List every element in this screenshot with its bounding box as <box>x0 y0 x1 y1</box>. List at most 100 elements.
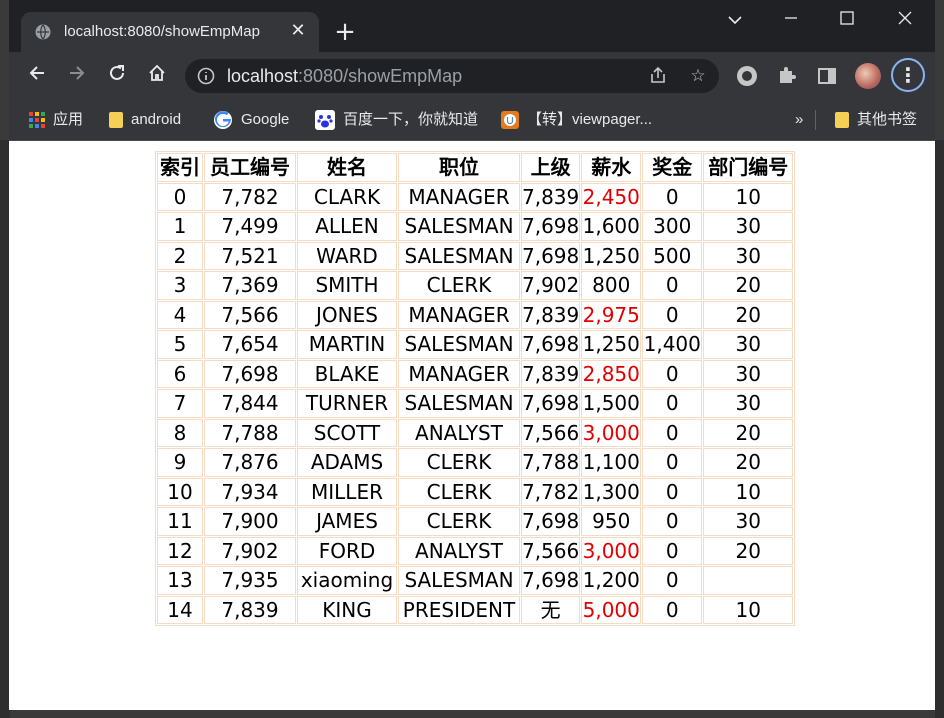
page-content: 索引 员工编号 姓名 职位 上级 薪水 奖金 部门编号 0 7,782 CLARK M… <box>9 141 935 710</box>
header-manager: 上级 <box>521 153 581 182</box>
other-bookmarks[interactable]: 其他书签 <box>835 109 917 131</box>
globe-icon <box>35 24 51 40</box>
table-body: 0 7,782 CLARK MANAGER 7,839 2,450 0 10 1 7,499 ALL… <box>157 182 794 624</box>
bookmark-baidu[interactable]: 百度一下，你就知道 <box>315 109 478 131</box>
title-bar: localhost:8080/showEmpMap ✕ + <box>9 0 935 52</box>
side-panel-icon[interactable] <box>815 64 839 88</box>
cell-index: 4 <box>157 300 203 329</box>
table-row: 11 7,900 JAMES CLERK 7,698 950 0 30 <box>157 507 794 536</box>
cell-job: MANAGER <box>398 359 520 388</box>
header-job: 职位 <box>398 153 520 182</box>
cell-deptno: 30 <box>703 359 794 388</box>
table-row: 7 7,844 TURNER SALESMAN 7,698 1,500 0 30 <box>157 389 794 418</box>
cell-index: 2 <box>157 241 203 270</box>
cell-name: MARTIN <box>297 330 397 359</box>
header-bonus: 奖金 <box>642 153 703 182</box>
cell-index: 11 <box>157 507 203 536</box>
share-icon[interactable] <box>647 65 669 87</box>
cell-empno: 7,788 <box>204 418 296 447</box>
cell-job: CLERK <box>398 477 520 506</box>
tab-active[interactable]: localhost:8080/showEmpMap ✕ <box>21 12 319 52</box>
cell-bonus: 0 <box>642 300 703 329</box>
bookmark-android[interactable]: android <box>109 109 181 131</box>
kebab-menu-icon[interactable]: ⋮ <box>891 58 925 92</box>
cell-job: SALESMAN <box>398 241 520 270</box>
header-deptno: 部门编号 <box>703 153 794 182</box>
cell-bonus: 300 <box>642 212 703 241</box>
cell-empno: 7,839 <box>204 595 296 624</box>
url-text[interactable]: localhost:8080/showEmpMap <box>227 66 462 87</box>
cell-manager: 7,698 <box>521 241 581 270</box>
apps-grid-icon <box>29 112 45 129</box>
cell-salary: 950 <box>581 507 642 536</box>
cell-manager: 7,839 <box>521 300 581 329</box>
cell-name: CLARK <box>297 182 397 211</box>
bookmark-star-icon[interactable]: ☆ <box>687 65 709 87</box>
cell-manager: 7,839 <box>521 182 581 211</box>
cell-bonus: 0 <box>642 595 703 624</box>
cell-name: MILLER <box>297 477 397 506</box>
cell-name: FORD <box>297 536 397 565</box>
cell-salary: 1,250 <box>581 241 642 270</box>
extension-record-icon[interactable] <box>735 64 759 88</box>
home-icon[interactable] <box>143 62 171 90</box>
window-close-icon[interactable] <box>885 8 925 32</box>
tab-close-icon[interactable]: ✕ <box>287 20 309 42</box>
cell-name: JAMES <box>297 507 397 536</box>
site-info-icon[interactable] <box>197 67 215 85</box>
cell-index: 14 <box>157 595 203 624</box>
cell-name: KING <box>297 595 397 624</box>
extensions-puzzle-icon[interactable] <box>775 64 799 88</box>
cell-salary: 3,000 <box>581 418 642 447</box>
cell-bonus: 0 <box>642 271 703 300</box>
tab-search-chevron-icon[interactable] <box>715 8 755 32</box>
reload-icon[interactable] <box>103 62 131 90</box>
cell-deptno: 30 <box>703 212 794 241</box>
cell-job: CLERK <box>398 271 520 300</box>
table-row: 3 7,369 SMITH CLERK 7,902 800 0 20 <box>157 271 794 300</box>
cell-salary: 2,850 <box>581 359 642 388</box>
cell-job: ANALYST <box>398 536 520 565</box>
cell-job: MANAGER <box>398 182 520 211</box>
forward-arrow-icon[interactable] <box>63 62 91 90</box>
cell-index: 10 <box>157 477 203 506</box>
cell-empno: 7,876 <box>204 448 296 477</box>
cell-deptno: 20 <box>703 448 794 477</box>
minimize-icon[interactable] <box>771 8 811 32</box>
cell-job: SALESMAN <box>398 212 520 241</box>
cell-index: 13 <box>157 566 203 595</box>
cell-bonus: 0 <box>642 418 703 447</box>
cell-empno: 7,935 <box>204 566 296 595</box>
cell-job: CLERK <box>398 448 520 477</box>
employee-table: 索引 员工编号 姓名 职位 上级 薪水 奖金 部门编号 0 7,782 CLARK M… <box>155 151 796 626</box>
cell-deptno: 20 <box>703 536 794 565</box>
table-row: 2 7,521 WARD SALESMAN 7,698 1,250 500 30 <box>157 241 794 270</box>
cell-deptno: 20 <box>703 271 794 300</box>
browser-window: localhost:8080/showEmpMap ✕ + localhost:… <box>9 0 935 710</box>
cell-name: SMITH <box>297 271 397 300</box>
header-salary: 薪水 <box>581 153 642 182</box>
address-bar[interactable]: localhost:8080/showEmpMap ☆ <box>185 59 719 93</box>
bookmarks-overflow-button[interactable]: » <box>795 109 803 131</box>
new-tab-button[interactable]: + <box>333 19 357 45</box>
cell-bonus: 0 <box>642 536 703 565</box>
cell-job: SALESMAN <box>398 389 520 418</box>
cell-manager: 7,698 <box>521 389 581 418</box>
cell-bonus: 0 <box>642 507 703 536</box>
bookmark-apps[interactable]: 应用 <box>29 109 83 131</box>
maximize-icon[interactable] <box>827 8 867 32</box>
cell-job: MANAGER <box>398 300 520 329</box>
bookmark-viewpager[interactable]: U 【转】viewpager... <box>501 109 652 131</box>
cell-empno: 7,521 <box>204 241 296 270</box>
cell-name: ADAMS <box>297 448 397 477</box>
cell-name: ALLEN <box>297 212 397 241</box>
cell-salary: 1,100 <box>581 448 642 477</box>
bookmark-google[interactable]: Google <box>213 109 289 131</box>
cell-empno: 7,900 <box>204 507 296 536</box>
profile-avatar[interactable] <box>855 63 881 89</box>
cell-salary: 1,600 <box>581 212 642 241</box>
back-arrow-icon[interactable] <box>23 62 51 90</box>
cell-job: PRESIDENT <box>398 595 520 624</box>
google-icon <box>214 111 232 130</box>
baidu-icon <box>315 110 335 131</box>
